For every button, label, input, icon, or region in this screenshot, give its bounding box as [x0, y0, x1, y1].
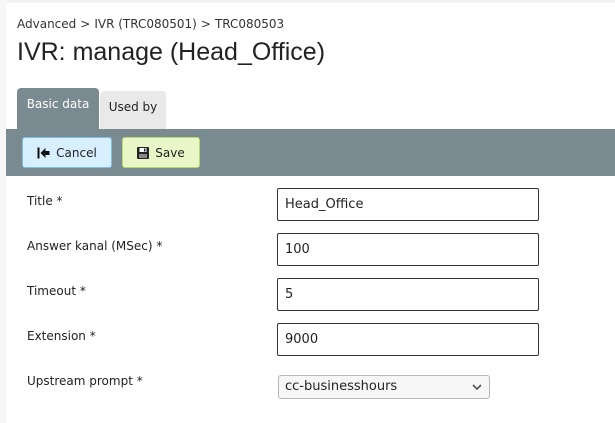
- upstream-prompt-select[interactable]: cc-businesshours: [278, 375, 490, 399]
- breadcrumb-separator: >: [80, 17, 91, 31]
- title-field[interactable]: [277, 188, 539, 221]
- breadcrumb-current: TRC080503: [214, 17, 285, 31]
- floppy-disk-icon: [137, 146, 150, 159]
- timeout-field[interactable]: [277, 278, 539, 311]
- top-edge: [0, 0, 615, 3]
- cancel-label: Cancel: [56, 145, 97, 160]
- save-button[interactable]: Save: [122, 137, 200, 168]
- extension-field[interactable]: [277, 323, 539, 356]
- page-title: IVR: manage (Head_Office): [17, 38, 326, 66]
- breadcrumb-advanced[interactable]: Advanced: [17, 17, 76, 31]
- page: Advanced > IVR (TRC080501) > TRC080503 IVR: …: [0, 0, 615, 423]
- breadcrumb-separator: >: [200, 17, 211, 31]
- back-arrow-icon: [37, 147, 50, 159]
- title-label: Title *: [27, 194, 63, 208]
- save-label: Save: [155, 145, 185, 160]
- upstream-prompt-value: cc-businesshours: [285, 379, 398, 394]
- tab-used-by[interactable]: Used by: [100, 91, 166, 129]
- chevron-down-icon: [471, 381, 483, 393]
- toolbar: Cancel Save: [6, 129, 615, 176]
- timeout-label: Timeout *: [27, 284, 86, 298]
- answer-kanal-field[interactable]: [277, 233, 539, 266]
- breadcrumb-ivr[interactable]: IVR (TRC080501): [94, 17, 197, 31]
- upstream-prompt-label: Upstream prompt *: [27, 374, 143, 388]
- extension-label: Extension *: [27, 329, 96, 343]
- tab-basic-data[interactable]: Basic data: [17, 88, 99, 129]
- basic-data-form: Title * Answer kanal (MSec) * Timeout * …: [0, 176, 615, 423]
- breadcrumb: Advanced > IVR (TRC080501) > TRC080503: [17, 17, 284, 31]
- answer-kanal-label: Answer kanal (MSec) *: [27, 239, 163, 253]
- cancel-button[interactable]: Cancel: [22, 137, 112, 168]
